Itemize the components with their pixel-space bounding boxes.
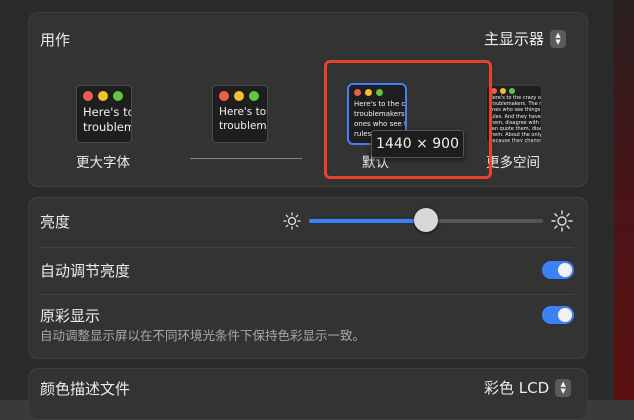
resolution-option-larger-text[interactable]: Here's to troublem	[76, 85, 132, 143]
brightness-slider-fill	[309, 219, 426, 223]
resolution-scale-line	[190, 158, 302, 159]
brightness-label: 亮度	[40, 213, 71, 231]
preview-text: Here's to troublem	[83, 105, 132, 134]
resolution-tooltip: 1440 × 900	[371, 130, 464, 158]
auto-brightness-toggle[interactable]	[542, 261, 574, 279]
color-profile-value: 彩色 LCD	[484, 379, 550, 397]
stepper-icon: ▲ ▼	[550, 29, 567, 48]
usage-select[interactable]: 主显示器 ▲ ▼	[484, 28, 567, 49]
divider	[40, 294, 574, 295]
color-profile-select[interactable]: 彩色 LCD ▲ ▼	[484, 377, 572, 398]
brightness-slider-knob[interactable]	[414, 208, 438, 232]
preview-text: Here's to the crazy one troublemakers. T…	[489, 95, 542, 143]
preview-text: Here's to troublema	[219, 106, 268, 132]
stepper-icon: ▲ ▼	[555, 378, 572, 397]
auto-brightness-label: 自动调节亮度	[40, 262, 131, 280]
selection-highlight-annotation	[324, 60, 492, 179]
window-controls-icon	[213, 86, 267, 105]
resolution-option-2[interactable]: Here's to troublema	[212, 85, 268, 143]
desktop-background	[614, 0, 634, 400]
divider	[40, 247, 574, 248]
resolution-option-more-space[interactable]: Here's to the crazy one troublemakers. T…	[486, 85, 542, 143]
sun-small-icon	[283, 212, 301, 230]
usage-select-value: 主显示器	[484, 30, 545, 48]
true-tone-label: 原彩显示	[40, 307, 101, 325]
window-controls-icon	[77, 86, 131, 105]
displays-settings-window: 用作 主显示器 ▲▼ Here's to troublem 更大字体 Here'…	[0, 0, 614, 420]
true-tone-toggle[interactable]	[542, 306, 574, 324]
color-profile-label: 颜色描述文件	[40, 380, 131, 398]
resolution-label-more-space: 更多空间	[486, 155, 540, 171]
true-tone-description: 自动调整显示屏以在不同环境光条件下保持色彩显示一致。	[40, 328, 366, 343]
window-controls-icon	[487, 86, 541, 95]
sun-large-icon	[551, 210, 573, 232]
resolution-label-larger-text: 更大字体	[76, 155, 130, 171]
usage-label: 用作	[40, 31, 71, 49]
